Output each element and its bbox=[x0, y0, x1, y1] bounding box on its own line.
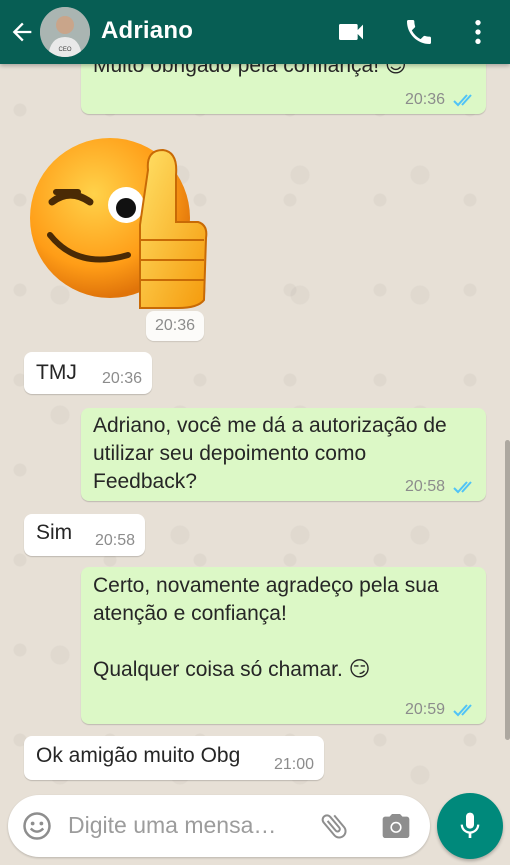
read-receipt-icon bbox=[453, 94, 472, 107]
message-time: 20:59 bbox=[405, 701, 446, 718]
microphone-icon bbox=[460, 812, 480, 838]
video-call-icon[interactable] bbox=[335, 16, 367, 48]
contact-name[interactable]: Adriano bbox=[101, 17, 193, 45]
emoji-icon[interactable] bbox=[22, 811, 52, 841]
read-receipt-icon bbox=[453, 704, 472, 717]
message-text: Ok amigão muito Obg bbox=[36, 744, 241, 767]
camera-icon[interactable] bbox=[380, 810, 412, 842]
message-time: 20:36 bbox=[405, 91, 446, 108]
voice-message-button[interactable] bbox=[437, 793, 503, 859]
chat-header: CEO Adriano bbox=[0, 0, 510, 64]
message-text: Adriano, você me dá a autorização de uti… bbox=[93, 414, 447, 493]
read-receipt-icon bbox=[453, 481, 472, 494]
thumbs-up-wink-sticker[interactable] bbox=[28, 130, 208, 310]
more-options-icon[interactable] bbox=[462, 16, 494, 48]
contact-avatar[interactable]: CEO bbox=[40, 7, 90, 57]
sticker-time: 20:36 bbox=[146, 311, 204, 341]
message-text: TMJ bbox=[36, 361, 77, 384]
message-bubble-outgoing[interactable]: Certo, novamente agradeço pela sua atenç… bbox=[81, 567, 486, 724]
message-time: 21:00 bbox=[274, 756, 315, 773]
message-input-placeholder[interactable]: Digite uma mensa… bbox=[68, 812, 276, 839]
message-bubble-incoming[interactable]: Ok amigão muito Obg 21:00 bbox=[24, 736, 324, 780]
message-time: 20:36 bbox=[102, 370, 143, 387]
message-bubble-incoming[interactable]: Sim 20:58 bbox=[24, 514, 145, 556]
avatar-caption: CEO bbox=[58, 47, 71, 53]
attach-paperclip-icon[interactable] bbox=[318, 810, 350, 842]
message-text: Certo, novamente agradeço pela sua atenç… bbox=[93, 574, 439, 681]
message-time: 20:58 bbox=[95, 532, 136, 549]
message-input-bar[interactable]: Digite uma mensa… bbox=[8, 795, 430, 857]
message-time: 20:58 bbox=[405, 478, 446, 495]
message-text: Sim bbox=[36, 521, 73, 544]
message-bubble-incoming[interactable]: TMJ 20:36 bbox=[24, 352, 152, 394]
message-bubble-outgoing[interactable]: Adriano, você me dá a autorização de uti… bbox=[81, 408, 486, 501]
back-arrow-icon[interactable] bbox=[8, 18, 36, 46]
avatar-photo-icon: CEO bbox=[40, 7, 90, 57]
chat-scrollbar[interactable] bbox=[505, 440, 510, 740]
phone-call-icon[interactable] bbox=[403, 16, 435, 48]
